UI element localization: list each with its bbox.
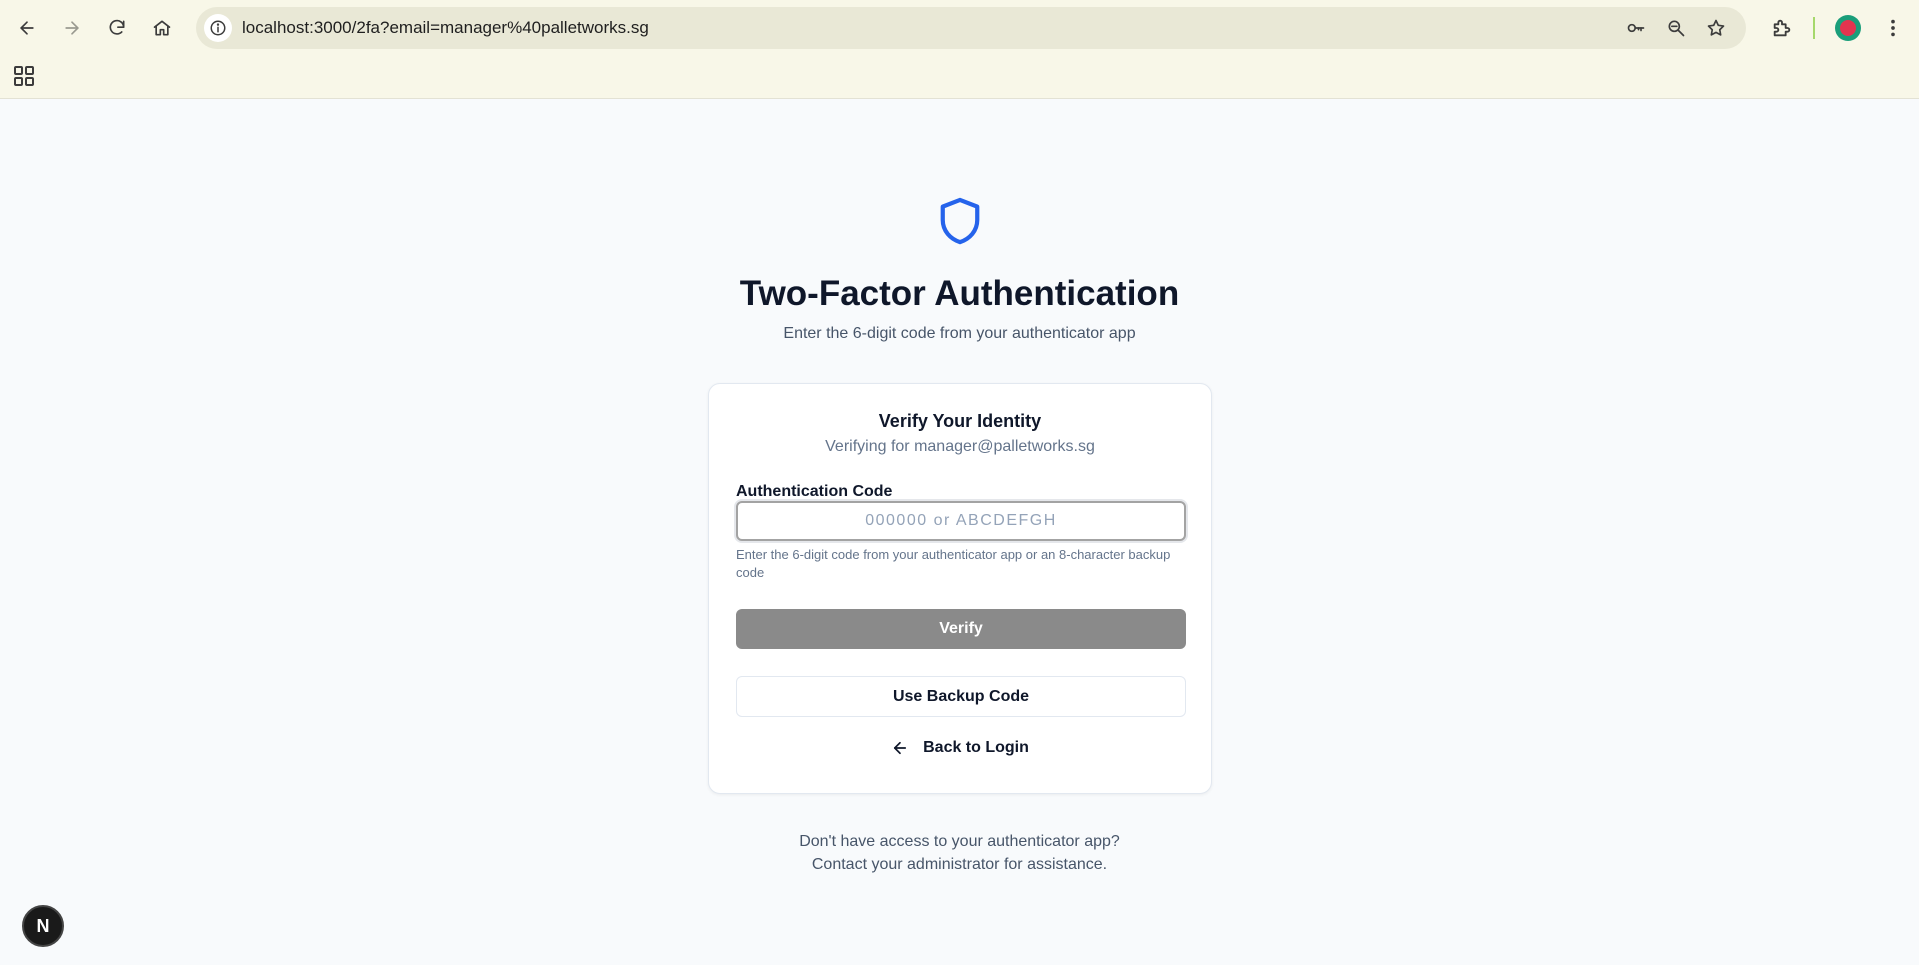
back-to-login-label: Back to Login <box>923 739 1029 756</box>
footer-line-1: Don't have access to your authenticator … <box>799 833 1120 850</box>
url-text[interactable]: localhost:3000/2fa?email=manager%40palle… <box>242 7 649 49</box>
toolbar-divider <box>1813 17 1815 39</box>
menu-icon[interactable] <box>1879 14 1907 42</box>
use-backup-code-button[interactable]: Use Backup Code <box>736 676 1186 717</box>
shield-icon <box>937 196 983 246</box>
bookmarks-bar <box>0 56 1919 99</box>
card-title: Verify Your Identity <box>878 411 1042 431</box>
apps-grid-icon[interactable] <box>12 64 36 88</box>
code-input[interactable] <box>736 501 1186 541</box>
verify-card: Verify Your Identity Verifying for manag… <box>708 383 1212 794</box>
zoom-icon[interactable] <box>1664 16 1688 40</box>
card-subtitle: Verifying for manager@palletworks.sg <box>825 438 1095 455</box>
code-label: Authentication Code <box>736 483 893 500</box>
back-to-login-link[interactable]: Back to Login <box>709 736 1211 760</box>
code-help-text: Enter the 6-digit code from your authent… <box>736 547 1171 580</box>
browser-toolbar: localhost:3000/2fa?email=manager%40palle… <box>0 0 1919 56</box>
site-info-icon[interactable] <box>204 14 232 42</box>
page-subtitle: Enter the 6-digit code from your authent… <box>783 325 1136 342</box>
profile-avatar[interactable] <box>1835 15 1861 41</box>
dev-tools-badge[interactable]: N <box>22 905 64 947</box>
home-icon[interactable] <box>144 10 180 46</box>
password-key-icon[interactable] <box>1624 16 1648 40</box>
footer-line-2: Contact your administrator for assistanc… <box>811 856 1108 873</box>
reload-icon[interactable] <box>99 10 135 46</box>
bookmark-star-icon[interactable] <box>1704 16 1728 40</box>
address-bar[interactable]: localhost:3000/2fa?email=manager%40palle… <box>196 7 1746 49</box>
footer-help: Don't have access to your authenticator … <box>0 830 1919 876</box>
back-icon[interactable] <box>9 10 45 46</box>
page-title: Two-Factor Authentication <box>739 274 1180 313</box>
extensions-icon[interactable] <box>1768 14 1796 42</box>
verify-button[interactable]: Verify <box>736 609 1186 649</box>
forward-icon[interactable] <box>54 10 90 46</box>
arrow-left-icon <box>894 741 907 755</box>
